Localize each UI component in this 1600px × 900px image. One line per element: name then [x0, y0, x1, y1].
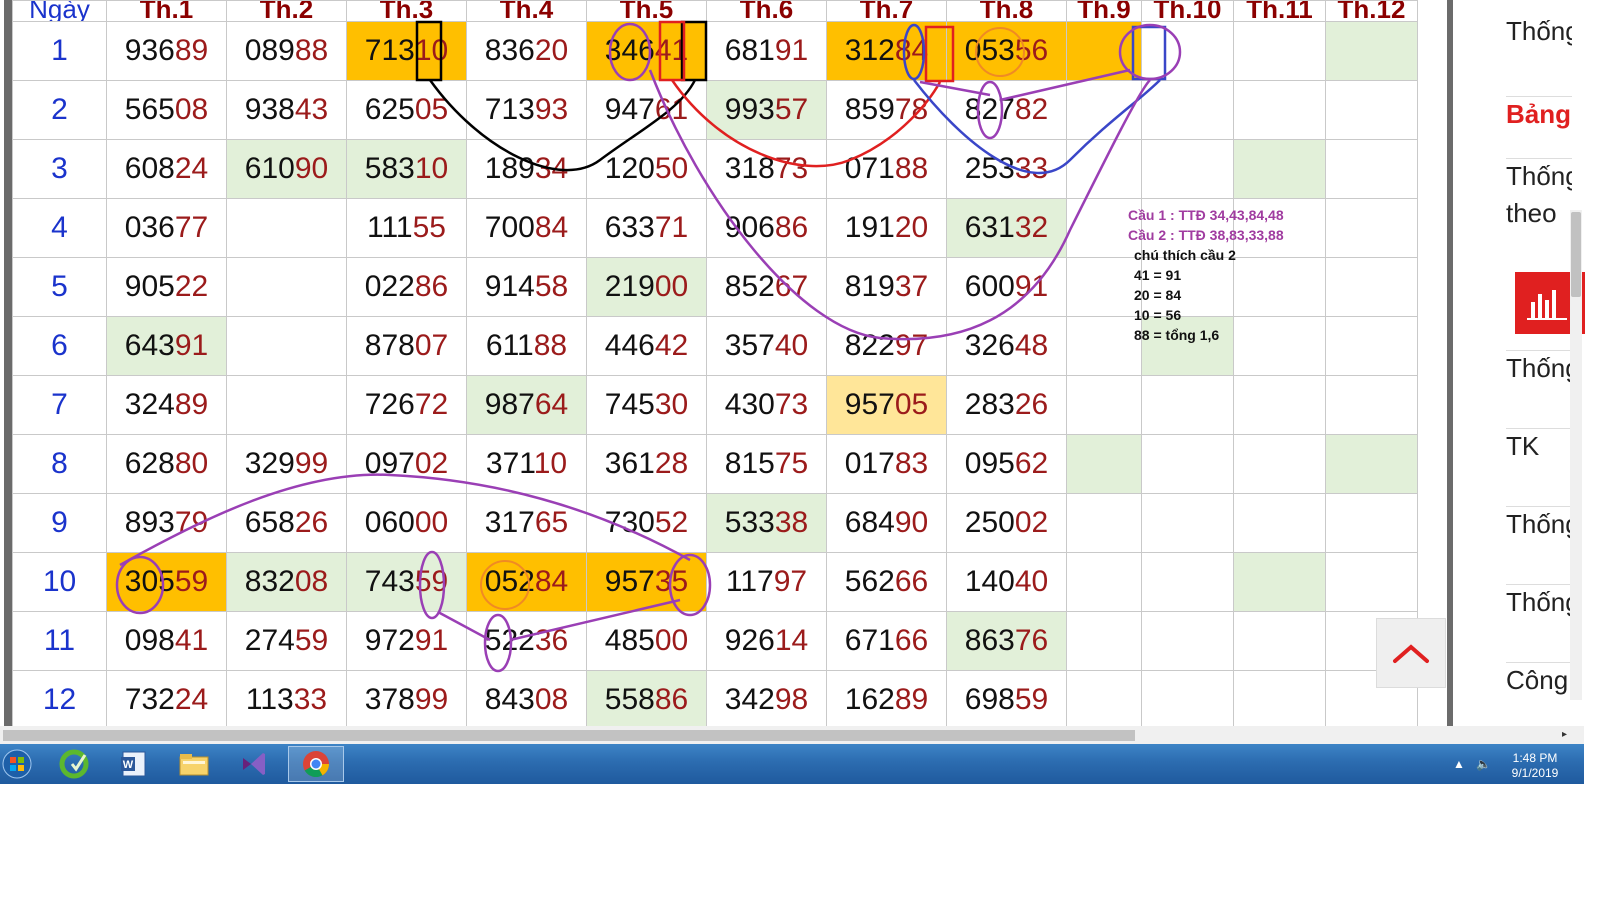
marker-box [680, 20, 708, 82]
marker-circle [975, 27, 1025, 77]
sidebar-scrollbar-thumb[interactable] [1571, 212, 1581, 297]
sidebar-item[interactable]: Thống [1506, 584, 1572, 618]
marker-box [1131, 25, 1167, 81]
connector-curve [670, 79, 942, 168]
visual-studio-icon [243, 753, 265, 775]
marker-ellipse [483, 613, 513, 673]
taskbar-app-word[interactable]: W [108, 746, 160, 782]
sidebar-item[interactable]: Thống [1506, 350, 1572, 384]
note-line: 20 = 84 [1134, 287, 1182, 303]
annotation-overlay [115, 20, 1182, 673]
browser-viewport: Ngày Th.1 Th.2 Th.3 Th.4 Th.5 Th.6 Th.7 Th.8 Th.9… [0, 0, 1600, 730]
ccleaner-icon [59, 749, 89, 779]
taskbar-app-ccleaner[interactable] [48, 746, 100, 782]
tray-arrow-icon[interactable]: ▲ [1453, 757, 1465, 771]
marker-ellipse [668, 553, 712, 617]
svg-text:W: W [123, 759, 134, 771]
marker-ellipse [115, 555, 165, 615]
taskbar-app-explorer[interactable] [168, 746, 220, 782]
note-cau-1: Cầu 1 : TTĐ 34,43,84,48 [1128, 207, 1284, 223]
scroll-right-arrow-icon[interactable]: ▸ [1562, 729, 1567, 740]
scroll-to-top-button[interactable] [1376, 618, 1446, 688]
marker-circle [480, 560, 530, 610]
marker-box [924, 25, 955, 83]
connector-curve [648, 69, 1151, 341]
note-cau-2: Cầu 2 : TTĐ 38,83,33,88 [1128, 227, 1284, 243]
sidebar-item[interactable]: Thống [1506, 506, 1572, 540]
taskbar-app-chrome[interactable] [288, 746, 344, 782]
sidebar-item[interactable]: theo [1506, 196, 1572, 229]
sidebar-item[interactable]: Bảng [1506, 96, 1572, 130]
sidebar-item[interactable]: Công [1506, 662, 1572, 696]
file-explorer-icon [179, 754, 209, 776]
connector-line [919, 68, 1131, 102]
marker-ellipse [418, 550, 446, 620]
connector-curve [119, 473, 691, 567]
connector-curve [428, 79, 697, 172]
marker-ellipse [976, 80, 1004, 140]
taskbar-app-visual-studio[interactable] [228, 746, 280, 782]
connector-line [437, 598, 681, 642]
note-line: 10 = 56 [1134, 307, 1182, 323]
volume-icon[interactable]: 🔈 [1476, 757, 1491, 771]
horizontal-scrollbar-thumb[interactable] [3, 730, 1135, 741]
marker-box [658, 20, 686, 82]
chevron-up-icon [1393, 644, 1429, 663]
marker-ellipse [608, 22, 652, 82]
marker-ellipse [902, 23, 926, 81]
note-line: 88 = tổng 1,6 [1134, 327, 1220, 343]
note-line: 41 = 91 [1134, 267, 1182, 283]
annotation-notes: Cầu 1 : TTĐ 34,43,84,48 Cầu 2 : TTĐ 38,8… [1128, 205, 1284, 345]
system-tray: ▲ 🔈 [1453, 757, 1491, 771]
marker-box [415, 20, 443, 82]
start-orb-icon [2, 749, 32, 779]
sidebar-item[interactable]: Thống [1506, 158, 1572, 192]
start-button[interactable] [0, 746, 34, 782]
word-icon: W [121, 751, 146, 777]
sidebar-item[interactable]: TK [1506, 428, 1572, 462]
clock-date: 9/1/2019 [1511, 766, 1559, 780]
taskbar-clock[interactable]: 1:48 PM 9/1/2019 [1500, 751, 1570, 781]
chrome-icon [303, 751, 330, 778]
clock-time: 1:48 PM [1512, 751, 1558, 765]
sidebar-item[interactable]: Thống [1506, 14, 1572, 47]
note-chu-thich: chú thích cầu 2 [1134, 247, 1236, 263]
